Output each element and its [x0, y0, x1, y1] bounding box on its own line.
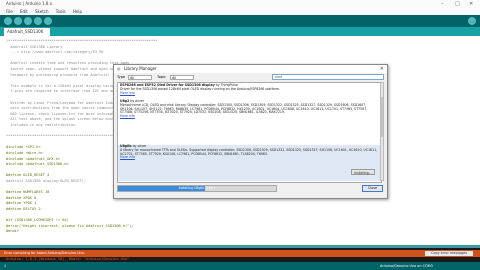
- code-line: #define XPOS 0: [6, 195, 37, 200]
- open-icon[interactable]: [34, 17, 42, 25]
- topic-label: Topic: [157, 75, 167, 79]
- tab-bar: [0, 27, 480, 36]
- serial-monitor-icon[interactable]: [468, 17, 476, 25]
- install-progress-bar: Installing U8glib 1.19.1: [117, 185, 277, 192]
- library-list[interactable]: ESP8266 and ESP32 Oled Driver for SSD130…: [117, 82, 382, 183]
- code-line: All text above, and the splash screen be…: [6, 117, 121, 122]
- save-icon[interactable]: [44, 17, 52, 25]
- close-button[interactable]: Close: [362, 185, 383, 192]
- code-line: Adafruit invests time and resources prov…: [6, 61, 130, 66]
- list-item-selected[interactable]: U8glib by oliver A library for monochrom…: [118, 144, 381, 181]
- status-board: Arduino/Genuino Uno on COM3: [380, 264, 433, 268]
- dialog-title-bar: ◎ Library Manager ✕: [114, 65, 387, 73]
- list-item[interactable]: ESP8266 and ESP32 Oled Driver for SSD130…: [120, 83, 378, 95]
- more-info-link[interactable]: More info: [120, 114, 135, 118]
- verify-icon[interactable]: [4, 17, 12, 25]
- progress-text: Installing U8glib 1.19.1: [178, 186, 216, 190]
- library-manager-dialog: ◎ Library Manager ✕ Type All Topic All o…: [113, 64, 388, 199]
- code-line: with contributions from the open source …: [6, 106, 119, 111]
- code-line: #error("Height incorrect, please fix Ada…: [6, 223, 134, 228]
- copy-error-button[interactable]: Copy error messages: [425, 251, 473, 256]
- menu-file[interactable]: File: [6, 9, 13, 14]
- code-line: #include <SPI.h>: [6, 145, 41, 150]
- code-line: #define NUMFLAKES 10: [6, 190, 50, 195]
- dialog-close-icon[interactable]: ✕: [380, 65, 384, 73]
- maximize-icon[interactable]: □: [455, 0, 460, 8]
- error-banner-text: Error compiling for board Arduino/Genuin…: [4, 251, 85, 255]
- list-item[interactable]: U8g2 by oliver Monochrome LCD, OLED and …: [120, 99, 378, 119]
- code-line: Written by Limor Fried/Ladyada for Adafr…: [6, 100, 130, 105]
- code-line: #define DELTAY 2: [6, 207, 41, 211]
- status-line-number: 1: [4, 264, 7, 268]
- library-description: Driver for the SSD1306 based 128x64 pixe…: [120, 86, 281, 91]
- library-description: Monochrome LCD, OLED and eInk Library. D…: [120, 102, 368, 115]
- code-line: hardware by purchasing products from Ada…: [6, 72, 110, 77]
- code-line: #define YPOS 1: [6, 201, 37, 206]
- library-description: A library for monochrome TFTs and OLEDs.…: [120, 147, 378, 156]
- code-line: #if (SSD1306_LCDHEIGHT != 64): [6, 218, 69, 223]
- filter-search-input[interactable]: oled: [272, 74, 384, 80]
- code-line: source code, please support Adafruit and…: [6, 67, 123, 71]
- console-error-line: Arduino: 1.8.5 (Windows 10), Board: "Ard…: [6, 257, 130, 261]
- new-icon[interactable]: [24, 17, 32, 25]
- error-banner: Error compiling for board Arduino/Genuin…: [0, 250, 480, 257]
- menu-tools[interactable]: Tools: [56, 9, 66, 14]
- dialog-title: Library Manager: [124, 66, 157, 71]
- menu-help[interactable]: Help: [73, 9, 82, 14]
- code-line: #include <Adafruit_GFX.h>: [6, 156, 61, 161]
- more-info-link[interactable]: More info: [120, 91, 135, 95]
- code-line: Adafruit SSD1306 Library: [6, 44, 63, 49]
- menu-sketch[interactable]: Sketch: [35, 9, 48, 14]
- code-line: BSD license, check license.txt for more …: [6, 111, 121, 116]
- menu-bar: File Edit Sketch Tools Help: [0, 8, 480, 15]
- toolbar: [0, 15, 480, 27]
- code-line: ---> http://www.adafruit.com/category/63…: [6, 50, 104, 55]
- scrollbar-thumb[interactable]: [381, 97, 383, 137]
- list-scrollbar[interactable]: [380, 82, 384, 181]
- tab-sketch[interactable]: Adafruit_SSD1306: [4, 28, 50, 36]
- code-line: #include <Wire.h>: [6, 151, 43, 155]
- code-line: Adafruit_SSD1306 display(OLED_RESET);: [6, 179, 87, 183]
- upload-icon[interactable]: [14, 17, 22, 25]
- more-info-link[interactable]: More info: [120, 155, 135, 159]
- installing-button[interactable]: Installing...: [351, 169, 375, 175]
- type-label: Type: [117, 75, 126, 79]
- type-select[interactable]: All: [128, 74, 152, 80]
- topic-select[interactable]: All: [170, 74, 194, 80]
- code-line: #endif: [6, 229, 19, 234]
- code-line: /***************************************…: [6, 39, 158, 43]
- code-line: included in any redistribution.: [6, 123, 78, 127]
- code-line: #include <Adafruit_SSD1306.h>: [6, 162, 69, 167]
- minimize-icon[interactable]: –: [441, 0, 444, 8]
- menu-edit[interactable]: Edit: [20, 9, 28, 14]
- arduino-logo-icon: ◎: [117, 66, 121, 71]
- close-icon[interactable]: ✕: [469, 0, 473, 8]
- window-title: Arduino | Arduino 1.8.x: [6, 1, 53, 6]
- code-line: #define OLED_RESET 4: [6, 173, 50, 178]
- status-bar: 1 Arduino/Genuino Uno on COM3: [0, 262, 480, 270]
